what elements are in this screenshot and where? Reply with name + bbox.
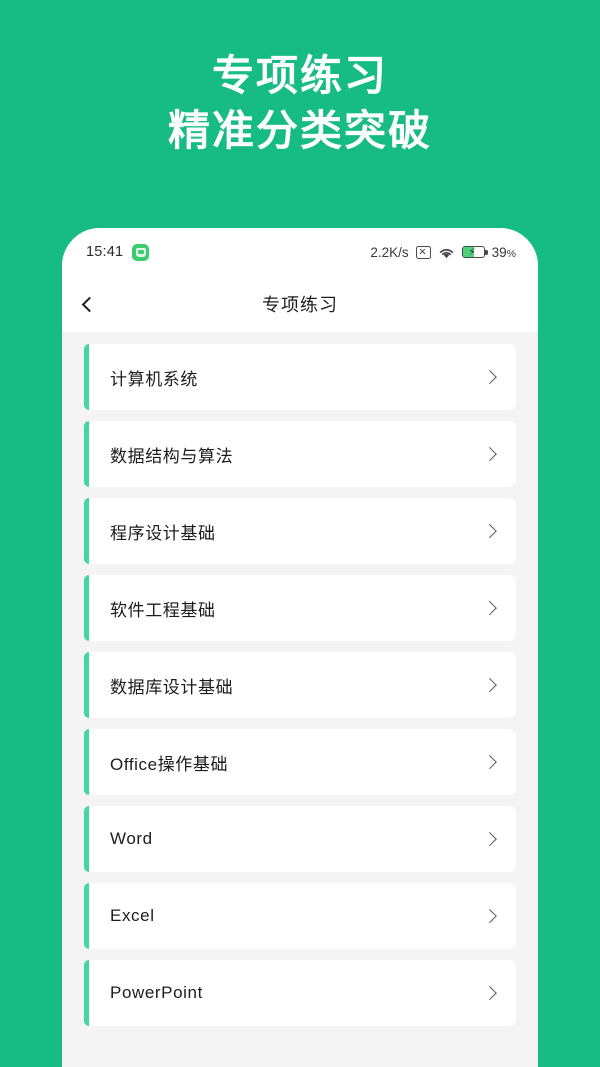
- list-item[interactable]: Office操作基础: [84, 729, 516, 795]
- chevron-left-icon: [81, 296, 98, 312]
- chevron-right-icon: [482, 601, 496, 615]
- status-bar: 15:41 2.2K/s ⚡ 39%: [62, 228, 538, 276]
- phone-frame: 15:41 2.2K/s ⚡ 39% 专项练习 计算机系统 数据结构与算法 程序…: [62, 228, 538, 1067]
- chevron-right-icon: [482, 986, 496, 1000]
- list-item[interactable]: PowerPoint: [84, 960, 516, 1026]
- list-item[interactable]: 程序设计基础: [84, 498, 516, 564]
- list-item[interactable]: 计算机系统: [84, 344, 516, 410]
- promo-headline-line-1: 专项练习: [211, 52, 388, 99]
- nav-bar: 专项练习: [62, 276, 538, 332]
- list-item-label: Office操作基础: [110, 754, 229, 774]
- list-item[interactable]: Word: [84, 806, 516, 872]
- android-app-icon: [132, 243, 150, 261]
- chevron-right-icon: [482, 678, 496, 692]
- status-bar-left: 15:41: [86, 243, 150, 261]
- wifi-icon: [438, 246, 455, 259]
- list-item-label: 软件工程基础: [110, 600, 216, 620]
- list-item[interactable]: Excel: [84, 883, 516, 949]
- status-bar-right: 2.2K/s ⚡ 39%: [370, 245, 516, 260]
- chevron-right-icon: [482, 755, 496, 769]
- list-item[interactable]: 软件工程基础: [84, 575, 516, 641]
- back-button[interactable]: [81, 287, 118, 321]
- list-item-label: Word: [110, 829, 153, 848]
- list-item[interactable]: 数据结构与算法: [84, 421, 516, 487]
- promo-headline-line-2: 精准分类突破: [167, 107, 432, 155]
- battery-percent-sign: %: [506, 247, 516, 260]
- no-sim-signal-icon: [415, 245, 431, 259]
- page-title: 专项练习: [262, 295, 338, 315]
- battery-level-value: 39: [491, 244, 507, 260]
- category-list: 计算机系统 数据结构与算法 程序设计基础 软件工程基础 数据库设计基础 Offi: [62, 332, 538, 1067]
- battery-charging-icon: ⚡: [461, 245, 488, 259]
- list-item-label: 程序设计基础: [110, 523, 216, 543]
- chevron-right-icon: [482, 447, 496, 461]
- list-item-label: 数据结构与算法: [110, 446, 234, 466]
- list-item-label: 数据库设计基础: [110, 677, 234, 697]
- chevron-right-icon: [482, 909, 496, 923]
- network-speed-label: 2.2K/s: [370, 244, 409, 260]
- promo-screenshot: 专项练习 精准分类突破 15:41 2.2K/s ⚡ 39% 专项练习 计算机系…: [0, 0, 600, 1067]
- list-item-label: PowerPoint: [110, 983, 203, 1002]
- status-time: 15:41: [86, 244, 124, 260]
- battery-level-label: 39%: [492, 245, 516, 260]
- list-item[interactable]: 数据库设计基础: [84, 652, 516, 718]
- chevron-right-icon: [482, 370, 496, 384]
- chevron-right-icon: [482, 524, 496, 538]
- list-item-label: Excel: [110, 906, 155, 925]
- chevron-right-icon: [482, 832, 496, 846]
- promo-headline: 专项练习 精准分类突破: [0, 48, 600, 159]
- list-item-label: 计算机系统: [110, 369, 198, 389]
